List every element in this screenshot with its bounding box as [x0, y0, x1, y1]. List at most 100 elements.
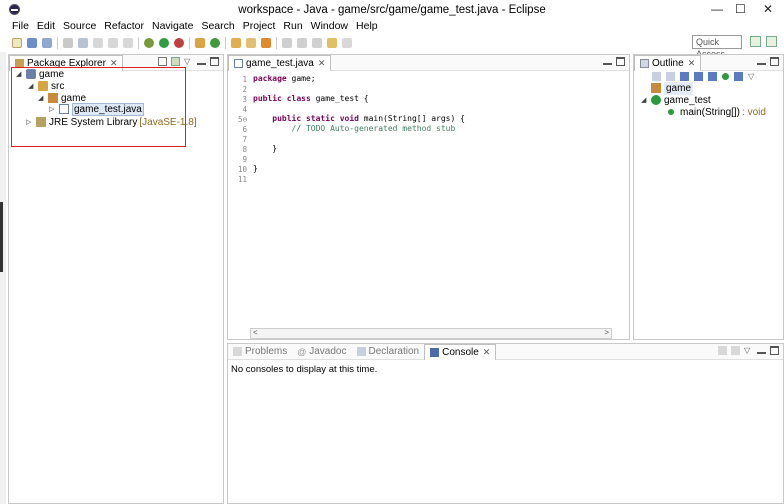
print-icon[interactable] — [63, 37, 73, 48]
pin-console-icon[interactable] — [731, 346, 740, 355]
new-icon[interactable] — [12, 37, 22, 48]
scroll-left-icon[interactable]: < — [253, 328, 258, 337]
tab-label: Console — [442, 346, 479, 358]
back-icon[interactable] — [327, 37, 337, 48]
link-with-editor-icon[interactable] — [734, 72, 743, 81]
outline-item-class[interactable]: ◢ game_test — [641, 94, 711, 106]
line-number: 1 — [242, 75, 247, 84]
quick-access-field[interactable]: Quick Access — [692, 35, 742, 59]
whitespace-icon[interactable] — [123, 37, 133, 48]
menu-source[interactable]: Source — [63, 19, 96, 33]
line-number-gutter: 1 2 3 4 5⊖ 6 7 8 9 10 11 — [228, 72, 250, 334]
tab-outline[interactable]: Outline ✕ — [634, 54, 702, 71]
new-class-icon[interactable] — [210, 37, 220, 48]
close-icon[interactable]: ✕ — [688, 58, 696, 69]
tab-javadoc[interactable]: @ Javadoc — [292, 344, 351, 360]
code-line[interactable]: public static void main(String[] args) { — [253, 114, 465, 123]
menu-search[interactable]: Search — [201, 19, 234, 33]
code-line[interactable]: } — [253, 164, 258, 173]
code-line[interactable]: } — [253, 144, 277, 153]
minimize-icon[interactable] — [603, 59, 612, 65]
code-comment: // TODO Auto-generated method stub — [253, 124, 456, 133]
outline-item-label: game_test — [664, 94, 711, 106]
last-edit-icon[interactable] — [312, 37, 322, 48]
menu-project[interactable]: Project — [243, 19, 276, 33]
new-java-project-icon[interactable] — [195, 37, 205, 48]
menu-file[interactable]: File — [12, 19, 29, 33]
minimize-icon[interactable] — [197, 59, 206, 65]
collapse-all-icon[interactable] — [158, 57, 167, 66]
hide-local-types-icon[interactable] — [722, 73, 729, 80]
code-line[interactable]: package game; — [253, 74, 316, 83]
console-panel: Problems @ Javadoc Declaration Console ✕… — [227, 343, 784, 504]
toolbar-separator — [57, 36, 58, 49]
coverage-icon[interactable] — [174, 37, 184, 48]
outline-item-method[interactable]: main(String[]) : void — [668, 106, 766, 118]
close-button[interactable]: ✕ — [763, 2, 773, 16]
maximize-icon[interactable] — [210, 57, 219, 66]
menu-help[interactable]: Help — [356, 19, 378, 33]
open-perspective-icon[interactable] — [750, 36, 761, 47]
tab-declaration[interactable]: Declaration — [352, 344, 425, 360]
close-icon[interactable]: ✕ — [483, 347, 491, 358]
maximize-icon[interactable] — [770, 346, 779, 355]
search-icon[interactable] — [261, 37, 271, 48]
open-type-icon[interactable] — [231, 37, 241, 48]
menu-bar: File Edit Source Refactor Navigate Searc… — [0, 19, 784, 33]
debug-icon[interactable] — [144, 37, 154, 48]
maximize-icon[interactable] — [770, 57, 779, 66]
outline-item-label: main(String[]) — [680, 106, 741, 118]
hide-static-icon[interactable] — [694, 72, 703, 81]
next-annotation-icon[interactable] — [282, 37, 292, 48]
save-icon[interactable] — [27, 37, 37, 48]
scroll-right-icon[interactable]: > — [604, 328, 609, 337]
editor-panel: game_test.java ✕ 1 2 3 4 5⊖ 6 7 8 9 10 1… — [227, 54, 630, 340]
menu-edit[interactable]: Edit — [37, 19, 55, 33]
display-console-icon[interactable] — [718, 346, 727, 355]
line-number: 9 — [242, 155, 247, 164]
outline-item-package[interactable]: game — [651, 81, 694, 95]
tab-game-test-java[interactable]: game_test.java ✕ — [228, 54, 332, 71]
horizontal-scrollbar[interactable]: < > — [250, 328, 612, 339]
mark-icon[interactable] — [93, 37, 103, 48]
view-menu-icon[interactable]: ▽ — [748, 72, 754, 81]
minimize-button[interactable]: — — [711, 2, 723, 16]
line-number: 2 — [242, 85, 247, 94]
hide-nonpublic-icon[interactable] — [708, 72, 717, 81]
maximize-icon[interactable] — [616, 57, 625, 66]
save-all-icon[interactable] — [42, 37, 52, 48]
view-menu-icon[interactable]: ▽ — [744, 346, 753, 355]
menu-navigate[interactable]: Navigate — [152, 19, 193, 33]
java-file-icon — [234, 58, 243, 68]
collapse-all-icon[interactable] — [652, 72, 661, 81]
package-icon — [651, 83, 661, 93]
link-editor-icon[interactable] — [171, 57, 180, 66]
minimize-icon[interactable] — [757, 59, 766, 65]
tab-console[interactable]: Console ✕ — [424, 343, 497, 360]
hide-fields-icon[interactable] — [680, 72, 689, 81]
maximize-button[interactable]: ☐ — [735, 2, 746, 16]
run-icon[interactable] — [159, 37, 169, 48]
block-icon[interactable] — [108, 37, 118, 48]
open-folder-icon[interactable] — [246, 37, 256, 48]
line-number: 7 — [242, 135, 247, 144]
code-line[interactable]: public class game_test { — [253, 94, 369, 103]
sort-icon[interactable] — [666, 72, 675, 81]
forward-icon[interactable] — [342, 37, 352, 48]
menu-refactor[interactable]: Refactor — [104, 19, 144, 33]
menu-window[interactable]: Window — [311, 19, 348, 33]
toggle-icon[interactable] — [78, 37, 88, 48]
prev-annotation-icon[interactable] — [297, 37, 307, 48]
problems-icon — [233, 347, 242, 356]
minimize-icon[interactable] — [757, 348, 766, 354]
close-icon[interactable]: ✕ — [318, 58, 326, 69]
collapse-arrow-icon[interactable]: ◢ — [641, 96, 649, 104]
method-return-type: : void — [742, 106, 766, 118]
tab-problems[interactable]: Problems — [228, 344, 292, 360]
view-menu-icon[interactable]: ▽ — [184, 57, 193, 66]
menu-run[interactable]: Run — [283, 19, 302, 33]
code-line[interactable]: // TODO Auto-generated method stub — [253, 124, 456, 133]
java-perspective-icon[interactable] — [766, 36, 777, 47]
code-text: main(String[] args) { — [358, 114, 465, 123]
